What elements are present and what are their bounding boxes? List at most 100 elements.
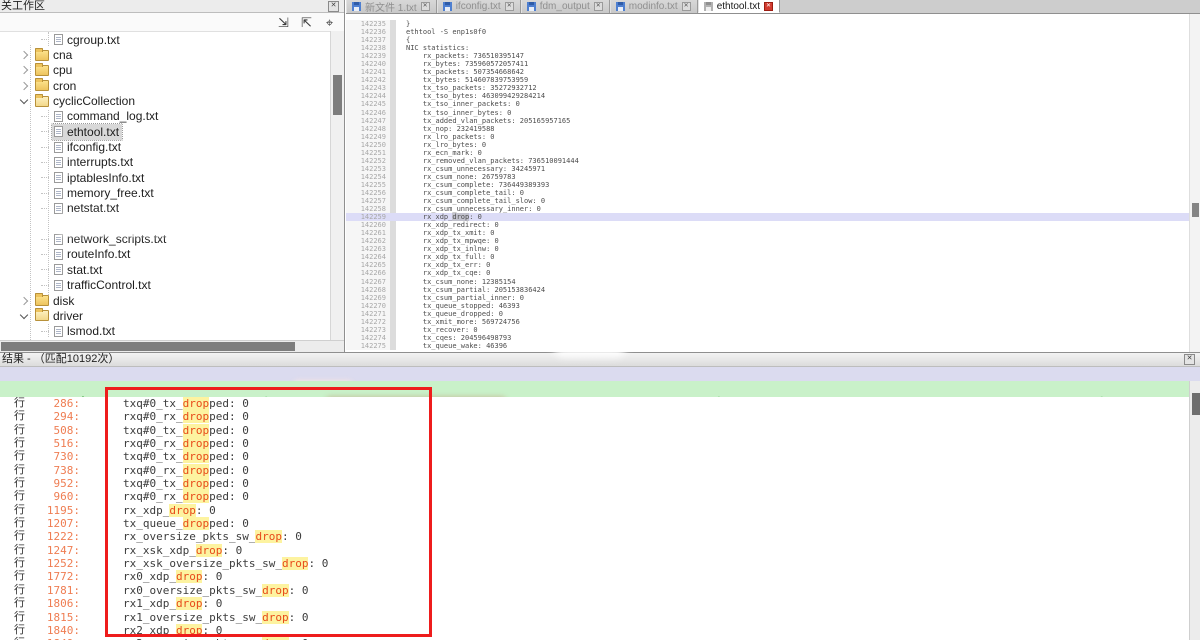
result-row[interactable]: 行1222:rx_oversize_pkts_sw_drop: 0 (0, 530, 1189, 543)
row-line-prefix: 行 (14, 530, 28, 543)
result-row[interactable]: 行738:rxq#0_rx_dropped: 0 (0, 464, 1189, 477)
locate-file-icon[interactable]: ⌖ (321, 14, 338, 31)
result-row[interactable]: 行952:txq#0_tx_dropped: 0 (0, 477, 1189, 490)
tree-item-cgroup.txt[interactable]: cgroup.txt (0, 32, 331, 47)
tree-horizontal-scrollbar[interactable] (0, 340, 344, 352)
tree-item-command_log.txt[interactable]: command_log.txt (0, 109, 331, 124)
editor-line: 142263 rx_xdp_tx_inlnw: 0 (346, 245, 1189, 253)
chevron-right-icon[interactable] (20, 51, 28, 59)
file-icon (54, 264, 63, 275)
tree-item-disk[interactable]: disk (0, 293, 331, 308)
tab-close-icon[interactable]: ✕ (421, 2, 430, 11)
result-file-path-row[interactable]: E:\日志\armod0523.odata.ncmp.unicom.locaar… (0, 381, 1200, 397)
editor[interactable]: 142235}142236ethtool -S enp1s0f0142237{1… (346, 14, 1189, 352)
result-row[interactable]: 行1195:rx_xdp_drop: 0 (0, 504, 1189, 517)
file-icon (54, 249, 63, 260)
chevron-down-icon[interactable] (20, 311, 28, 319)
expand-all-icon[interactable]: ⇲ (275, 14, 292, 31)
tree-item-label: network_scripts.txt (67, 232, 166, 246)
results-title-label: 结果 - （匹配10192次） (2, 353, 119, 365)
tab-close-icon[interactable]: ✕ (594, 2, 603, 11)
tree-item-lsmod.txt[interactable]: lsmod.txt (0, 324, 331, 339)
tree-item-cron[interactable]: cron (0, 78, 331, 93)
tree-item-ethtool.txt[interactable]: ethtool.txt (0, 124, 331, 139)
tree-item-label: ifconfig.txt (67, 140, 121, 154)
result-row[interactable]: 行1207:tx_queue_dropped: 0 (0, 517, 1189, 530)
chevron-right-icon[interactable] (20, 81, 28, 89)
tree-item-body: cpu (33, 62, 75, 78)
tab-label: ifconfig.txt (456, 1, 501, 12)
result-row[interactable]: 行960:rxq#0_rx_dropped: 0 (0, 490, 1189, 503)
tree-item-trafficControl.txt[interactable]: trafficControl.txt (0, 278, 331, 293)
tree-item-label: iptablesInfo.txt (67, 171, 144, 185)
tab-close-icon[interactable]: ✕ (505, 2, 514, 11)
tree-item-cpu[interactable]: cpu (0, 63, 331, 78)
workspace-tree[interactable]: cgroup.txtcnacpucroncyclicCollectioncomm… (0, 32, 331, 340)
editor-line: 142259 rx_xdp_drop: 0 (346, 213, 1189, 221)
tree-item-stat.txt[interactable]: stat.txt (0, 262, 331, 277)
tree-item-label: memory_free.txt (67, 186, 154, 200)
tree-item-cyclicCollection[interactable]: cyclicCollection (0, 93, 331, 108)
collapse-all-icon[interactable]: ⇱ (298, 14, 315, 31)
editor-line: 142238NIC statistics: (346, 44, 1189, 52)
tree-item-label: netstat.txt (67, 201, 119, 215)
chevron-down-icon[interactable] (20, 96, 28, 104)
tree-item-ifconfig.txt[interactable]: ifconfig.txt (0, 139, 331, 154)
line-number: 142265 (346, 261, 390, 269)
result-row[interactable]: 行730:txq#0_tx_dropped: 0 (0, 450, 1189, 463)
row-line-number: 516: (28, 437, 80, 450)
results-scrollbar-thumb[interactable] (1192, 393, 1200, 415)
line-number: 142240 (346, 60, 390, 68)
tab-close-icon[interactable]: ✕ (764, 2, 773, 11)
tree-item-body: disk (33, 293, 77, 309)
tree-vertical-scrollbar[interactable] (330, 31, 344, 340)
row-line-prefix: 行 (14, 584, 28, 597)
result-row[interactable]: 行286:txq#0_tx_dropped: 0 (0, 397, 1189, 410)
result-row[interactable]: 行1772:rx0_xdp_drop: 0 (0, 570, 1189, 583)
tree-item-interrupts.txt[interactable]: interrupts.txt (0, 155, 331, 170)
tree-item-driver[interactable]: driver (0, 308, 331, 323)
results-vertical-scrollbar[interactable] (1189, 381, 1200, 640)
tab-ifconfig.txt[interactable]: ifconfig.txt ✕ (437, 0, 521, 13)
row-line-prefix: 行 (14, 490, 28, 503)
workspace-panel-close-button[interactable]: ✕ (328, 1, 339, 12)
line-number: 142248 (346, 125, 390, 133)
editor-line: 142266 rx_xdp_tx_cqe: 0 (346, 269, 1189, 277)
editor-line: 142269 tx_csum_partial_inner: 0 (346, 294, 1189, 302)
result-row[interactable]: 行1252:rx_xsk_oversize_pkts_sw_drop: 0 (0, 557, 1189, 570)
tab-ethtool.txt[interactable]: ethtool.txt✕ (698, 0, 780, 13)
chevron-right-icon[interactable] (20, 66, 28, 74)
result-row[interactable]: 行1840:rx2_xdp_drop: 0 (0, 624, 1189, 637)
results-close-button[interactable]: ✕ (1184, 354, 1195, 365)
result-row[interactable]: 行1247:rx_xsk_xdp_drop: 0 (0, 544, 1189, 557)
result-row[interactable]: 行1815:rx1_oversize_pkts_sw_drop: 0 (0, 611, 1189, 624)
tree-item-label: stat.txt (67, 263, 102, 277)
result-row[interactable]: 行1806:rx1_xdp_drop: 0 (0, 597, 1189, 610)
line-number: 142259 (346, 213, 390, 221)
tree-item-netstat.txt[interactable]: netstat.txt (0, 201, 331, 216)
editor-vertical-scrollbar[interactable] (1189, 14, 1200, 352)
tree-item-memory_free.txt[interactable]: memory_free.txt (0, 185, 331, 200)
result-row[interactable]: 行508:txq#0_tx_dropped: 0 (0, 424, 1189, 437)
row-line-prefix: 行 (14, 450, 28, 463)
tree-branch-tick (41, 285, 49, 286)
chevron-right-icon[interactable] (20, 296, 28, 304)
tree-item-label: driver (53, 309, 83, 323)
editor-line-text: tx_nop: 232419588 (396, 125, 495, 133)
tab-close-icon[interactable]: ✕ (682, 2, 691, 11)
result-row[interactable]: 行294:rxq#0_rx_dropped: 0 (0, 410, 1189, 423)
tab-modinfo.txt[interactable]: modinfo.txt✕ (610, 0, 698, 13)
tree-item-network_scripts.txt[interactable]: network_scripts.txt (0, 231, 331, 246)
tab-新文件 1.txt[interactable]: 新文件 1.txt✕ (346, 0, 437, 13)
tree-item-cna[interactable]: cna (0, 47, 331, 62)
row-match-text: rx0_oversize_pkts_sw_drop: 0 (90, 584, 308, 597)
tree-scrollbar-thumb[interactable] (333, 75, 342, 115)
tab-fdm_output[interactable]: fdm_output✕ (521, 0, 610, 13)
tree-item-iptablesInfo.txt[interactable]: iptablesInfo.txt (0, 170, 331, 185)
result-row[interactable]: 行516:rxq#0_rx_dropped: 0 (0, 437, 1189, 450)
tree-hscrollbar-thumb[interactable] (1, 342, 295, 351)
line-number: 142270 (346, 302, 390, 310)
editor-scrollbar-thumb[interactable] (1192, 203, 1199, 217)
result-row[interactable]: 行1781:rx0_oversize_pkts_sw_drop: 0 (0, 584, 1189, 597)
tree-item-routeInfo.txt[interactable]: routeInfo.txt (0, 247, 331, 262)
